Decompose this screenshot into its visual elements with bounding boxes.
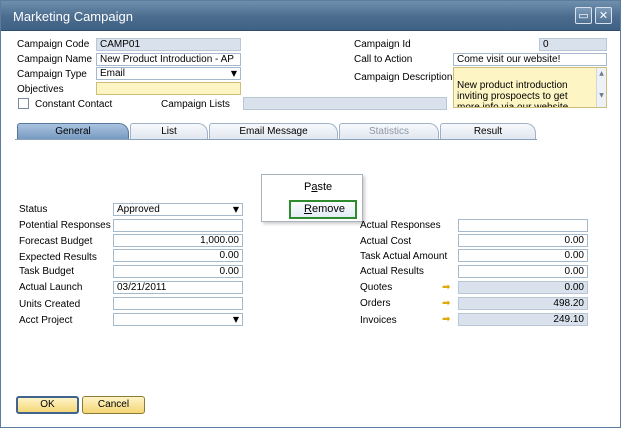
campaign-type-value: Email (100, 68, 126, 79)
campaign-type-label: Campaign Type (17, 69, 87, 80)
invoices-field[interactable]: 249.10 (458, 313, 588, 326)
units-created-label: Units Created (19, 299, 81, 310)
description-scrollbar[interactable]: ▲ ▼ (596, 68, 606, 107)
status-select[interactable]: Approved ▼ (113, 203, 243, 216)
tab-result[interactable]: Result (440, 123, 536, 140)
quotes-field[interactable]: 0.00 (458, 281, 588, 294)
campaign-name-field[interactable]: New Product Introduction - AP (96, 53, 241, 66)
campaign-id-label: Campaign Id (354, 39, 411, 50)
task-actual-amount-field[interactable]: 0.00 (458, 249, 588, 262)
expected-results-field[interactable]: 0.00 (113, 249, 243, 262)
link-arrow-icon[interactable]: ➡ (442, 299, 454, 309)
task-budget-label: Task Budget (19, 266, 75, 277)
campaign-lists-label: Campaign Lists (161, 99, 230, 110)
campaign-lists-field[interactable] (243, 97, 447, 110)
tab-general[interactable]: General (17, 123, 129, 140)
tab-strip-line (15, 139, 537, 140)
actual-results-field[interactable]: 0.00 (458, 265, 588, 278)
link-arrow-icon[interactable]: ➡ (442, 315, 454, 325)
tab-list[interactable]: List (130, 123, 208, 140)
menu-item-remove[interactable]: Remove (289, 200, 357, 219)
cancel-button[interactable]: Cancel (82, 396, 145, 414)
chevron-down-icon[interactable]: ▼ (231, 314, 241, 325)
tab-email-message[interactable]: Email Message (209, 123, 338, 140)
expected-results-label: Expected Results (19, 252, 97, 263)
ok-button[interactable]: OK (16, 396, 79, 414)
task-budget-field[interactable]: 0.00 (113, 265, 243, 278)
campaign-id-field[interactable]: 0 (539, 38, 607, 51)
call-to-action-label: Call to Action (354, 54, 413, 65)
campaign-description-label: Campaign Description (354, 72, 453, 83)
forecast-budget-field[interactable]: 1,000.00 (113, 234, 243, 247)
chevron-down-icon[interactable]: ▼ (231, 204, 241, 215)
potential-responses-label: Potential Responses (19, 220, 111, 231)
campaign-description-text: New product introduction inviting prospo… (457, 80, 569, 108)
minimize-icon[interactable]: ▭ (575, 7, 592, 24)
chevron-down-icon[interactable]: ▼ (229, 68, 239, 79)
orders-field[interactable]: 498.20 (458, 297, 588, 310)
window-title: Marketing Campaign (13, 9, 133, 24)
actual-responses-label: Actual Responses (360, 220, 441, 231)
context-menu: Paste Remove (261, 174, 363, 222)
campaign-code-label: Campaign Code (17, 39, 90, 50)
campaign-description-field[interactable]: New product introduction inviting prospo… (453, 67, 607, 108)
units-created-field[interactable] (113, 297, 243, 310)
constant-contact-label: Constant Contact (35, 99, 113, 110)
campaign-code-field[interactable]: CAMP01 (96, 38, 241, 51)
quotes-label: Quotes (360, 282, 393, 293)
actual-launch-label: Actual Launch (19, 282, 83, 293)
acct-project-select[interactable]: ▼ (113, 313, 243, 326)
link-arrow-icon[interactable]: ➡ (442, 283, 454, 293)
actual-responses-field[interactable] (458, 219, 588, 232)
orders-label: Orders (360, 298, 391, 309)
actual-results-label: Actual Results (360, 266, 424, 277)
status-value: Approved (117, 204, 160, 215)
acct-project-label: Acct Project (19, 315, 73, 326)
actual-cost-label: Actual Cost (360, 236, 412, 247)
constant-contact-checkbox[interactable] (18, 98, 29, 109)
campaign-type-select[interactable]: Email ▼ (96, 67, 241, 80)
call-to-action-field[interactable]: Come visit our website! (453, 53, 607, 66)
campaign-name-label: Campaign Name (17, 54, 93, 65)
actual-launch-field[interactable]: 03/21/2011 (113, 281, 243, 294)
status-label: Status (19, 204, 48, 215)
forecast-budget-label: Forecast Budget (19, 236, 93, 247)
actual-cost-field[interactable]: 0.00 (458, 234, 588, 247)
objectives-field[interactable] (96, 82, 241, 95)
tab-statistics[interactable]: Statistics (339, 123, 439, 140)
marketing-campaign-window: Marketing Campaign ▭ ✕ Campaign Code CAM… (0, 0, 621, 428)
potential-responses-field[interactable] (113, 219, 243, 232)
objectives-label: Objectives (17, 84, 64, 95)
close-icon[interactable]: ✕ (595, 7, 612, 24)
invoices-label: Invoices (360, 315, 397, 326)
menu-item-paste[interactable]: Paste (304, 181, 332, 193)
title-bar: Marketing Campaign ▭ ✕ (1, 1, 620, 31)
task-actual-amount-label: Task Actual Amount (360, 251, 448, 262)
